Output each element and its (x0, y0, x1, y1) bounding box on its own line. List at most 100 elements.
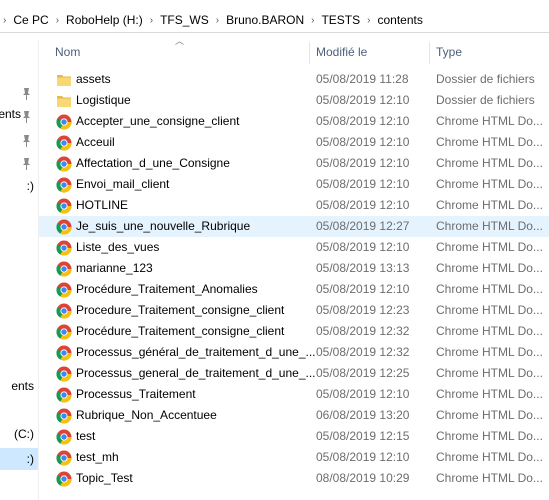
nav-item[interactable] (0, 80, 38, 102)
file-name: Processus_Traitement (76, 387, 196, 401)
file-row[interactable]: Processus_général_de_traitement_d_une_..… (39, 342, 549, 363)
file-type: Chrome HTML Do... (436, 450, 543, 464)
chevron-right-icon[interactable]: › (147, 15, 156, 26)
column-header-date[interactable]: Modifié le (316, 40, 426, 64)
breadcrumb-item[interactable]: TESTS (317, 13, 364, 27)
column-header-name[interactable]: Nom (55, 40, 305, 64)
nav-item[interactable]: (C:) (0, 423, 38, 445)
file-row[interactable]: Logistique 05/08/2019 12:10 Dossier de fic… (39, 90, 549, 111)
column-separator[interactable] (429, 42, 430, 64)
chrome-icon (56, 114, 72, 130)
file-date: 05/08/2019 12:25 (316, 366, 410, 380)
breadcrumb-item[interactable]: contents (373, 13, 426, 27)
nav-item-label: (C:) (14, 427, 34, 441)
file-row[interactable]: HOTLINE 05/08/2019 12:10 Chrome HTML Do... (39, 195, 549, 216)
file-row[interactable]: Envoi_mail_client 05/08/2019 12:10 Chrome … (39, 174, 549, 195)
file-type: Chrome HTML Do... (436, 219, 543, 233)
file-row[interactable]: Affectation_d_une_Consigne 05/08/2019 12:… (39, 153, 549, 174)
file-row[interactable]: Acceuil 05/08/2019 12:10 Chrome HTML Do... (39, 132, 549, 153)
nav-item[interactable] (0, 150, 38, 172)
nav-item-label: :) (26, 452, 34, 466)
file-type: Chrome HTML Do... (436, 387, 543, 401)
file-row[interactable]: test_mh 05/08/2019 12:10 Chrome HTML Do... (39, 447, 549, 468)
file-type: Chrome HTML Do... (436, 471, 543, 485)
file-name: Logistique (76, 93, 131, 107)
nav-item[interactable]: :) (0, 448, 38, 470)
nav-item-label: :) (26, 179, 34, 193)
file-date: 05/08/2019 12:32 (316, 345, 410, 359)
file-row[interactable]: Processus_general_de_traitement_d_une_..… (39, 363, 549, 384)
file-row[interactable]: test 05/08/2019 12:15 Chrome HTML Do... (39, 426, 549, 447)
nav-item-label: ents (11, 379, 34, 393)
nav-item[interactable]: ents (0, 103, 38, 125)
file-type: Chrome HTML Do... (436, 429, 543, 443)
file-name: Procedure_Traitement_consigne_client (76, 303, 285, 317)
file-date: 05/08/2019 12:10 (316, 93, 410, 107)
nav-item[interactable]: ents (0, 375, 38, 397)
file-type: Chrome HTML Do... (436, 114, 543, 128)
pin-icon (22, 132, 31, 147)
chrome-icon (56, 345, 72, 361)
nav-item[interactable] (0, 127, 38, 149)
chevron-right-icon[interactable]: › (213, 15, 222, 26)
file-date: 05/08/2019 13:13 (316, 261, 410, 275)
folder-icon (56, 93, 72, 109)
file-type: Chrome HTML Do... (436, 282, 543, 296)
file-name: Procédure_Traitement_consigne_client (76, 324, 285, 338)
file-type: Chrome HTML Do... (436, 240, 543, 254)
file-date: 05/08/2019 12:15 (316, 429, 410, 443)
chrome-icon (56, 219, 72, 235)
file-name: Liste_des_vues (76, 240, 160, 254)
file-row[interactable]: Liste_des_vues 05/08/2019 12:10 Chrome HTM… (39, 237, 549, 258)
breadcrumb-item[interactable]: RoboHelp (H:) (62, 13, 147, 27)
file-row[interactable]: Topic_Test 08/08/2019 10:29 Chrome HTML Do… (39, 468, 549, 489)
file-row[interactable]: Processus_Traitement 05/08/2019 12:10 Chro… (39, 384, 549, 405)
chrome-icon (56, 282, 72, 298)
file-row[interactable]: Procédure_Traitement_consigne_client 05/0… (39, 321, 549, 342)
file-row[interactable]: Procédure_Traitement_Anomalies 05/08/2019… (39, 279, 549, 300)
file-name: HOTLINE (76, 198, 129, 212)
breadcrumb-item[interactable]: TFS_WS (156, 13, 213, 27)
file-row[interactable]: Accepter_une_consigne_client 05/08/2019 1… (39, 111, 549, 132)
file-name: marianne_123 (76, 261, 153, 275)
file-name: Procédure_Traitement_Anomalies (76, 282, 258, 296)
file-row[interactable]: marianne_123 05/08/2019 13:13 Chrome HTML … (39, 258, 549, 279)
nav-item[interactable]: :) (0, 175, 38, 197)
file-date: 05/08/2019 12:10 (316, 387, 410, 401)
file-type: Chrome HTML Do... (436, 135, 543, 149)
file-row[interactable]: Rubrique_Non_Accentuee 06/08/2019 13:20 Ch… (39, 405, 549, 426)
chrome-icon (56, 135, 72, 151)
chrome-icon (56, 387, 72, 403)
file-row[interactable]: Procedure_Traitement_consigne_client 05/0… (39, 300, 549, 321)
file-row[interactable]: assets 05/08/2019 11:28 Dossier de fichier… (39, 69, 549, 90)
chrome-icon (56, 471, 72, 487)
file-date: 05/08/2019 12:10 (316, 156, 410, 170)
nav-item-label: ents (0, 107, 21, 121)
file-date: 05/08/2019 12:10 (316, 135, 410, 149)
chrome-icon (56, 408, 72, 424)
chrome-icon (56, 303, 72, 319)
file-name: test_mh (76, 450, 119, 464)
chrome-icon (56, 429, 72, 445)
address-bar[interactable]: › Ce PC › RoboHelp (H:) › TFS_WS › Bruno.BARON ›… (0, 8, 549, 33)
chevron-right-icon[interactable]: › (0, 15, 9, 26)
file-type: Chrome HTML Do... (436, 408, 543, 422)
file-type: Chrome HTML Do... (436, 366, 543, 380)
file-date: 05/08/2019 12:10 (316, 114, 410, 128)
chevron-right-icon[interactable]: › (364, 15, 373, 26)
file-type: Chrome HTML Do... (436, 303, 543, 317)
file-name: Accepter_une_consigne_client (76, 114, 240, 128)
file-row[interactable]: Je_suis_une_nouvelle_Rubrique 05/08/2019 … (39, 216, 549, 237)
breadcrumb: › Ce PC › RoboHelp (H:) › TFS_WS › Bruno.BARON ›… (0, 8, 427, 32)
chevron-right-icon[interactable]: › (53, 15, 62, 26)
breadcrumb-item[interactable]: Bruno.BARON (222, 13, 308, 27)
file-date: 05/08/2019 12:10 (316, 240, 410, 254)
column-header-type[interactable]: Type (436, 40, 546, 64)
chevron-right-icon[interactable]: › (308, 15, 317, 26)
file-list: assets 05/08/2019 11:28 Dossier de fichier… (39, 69, 549, 489)
address-bar-region: › Ce PC › RoboHelp (H:) › TFS_WS › Bruno.BARON ›… (0, 0, 549, 40)
file-type: Chrome HTML Do... (436, 345, 543, 359)
breadcrumb-item[interactable]: Ce PC (9, 13, 52, 27)
file-date: 05/08/2019 11:28 (316, 72, 409, 86)
column-separator[interactable] (309, 42, 310, 64)
